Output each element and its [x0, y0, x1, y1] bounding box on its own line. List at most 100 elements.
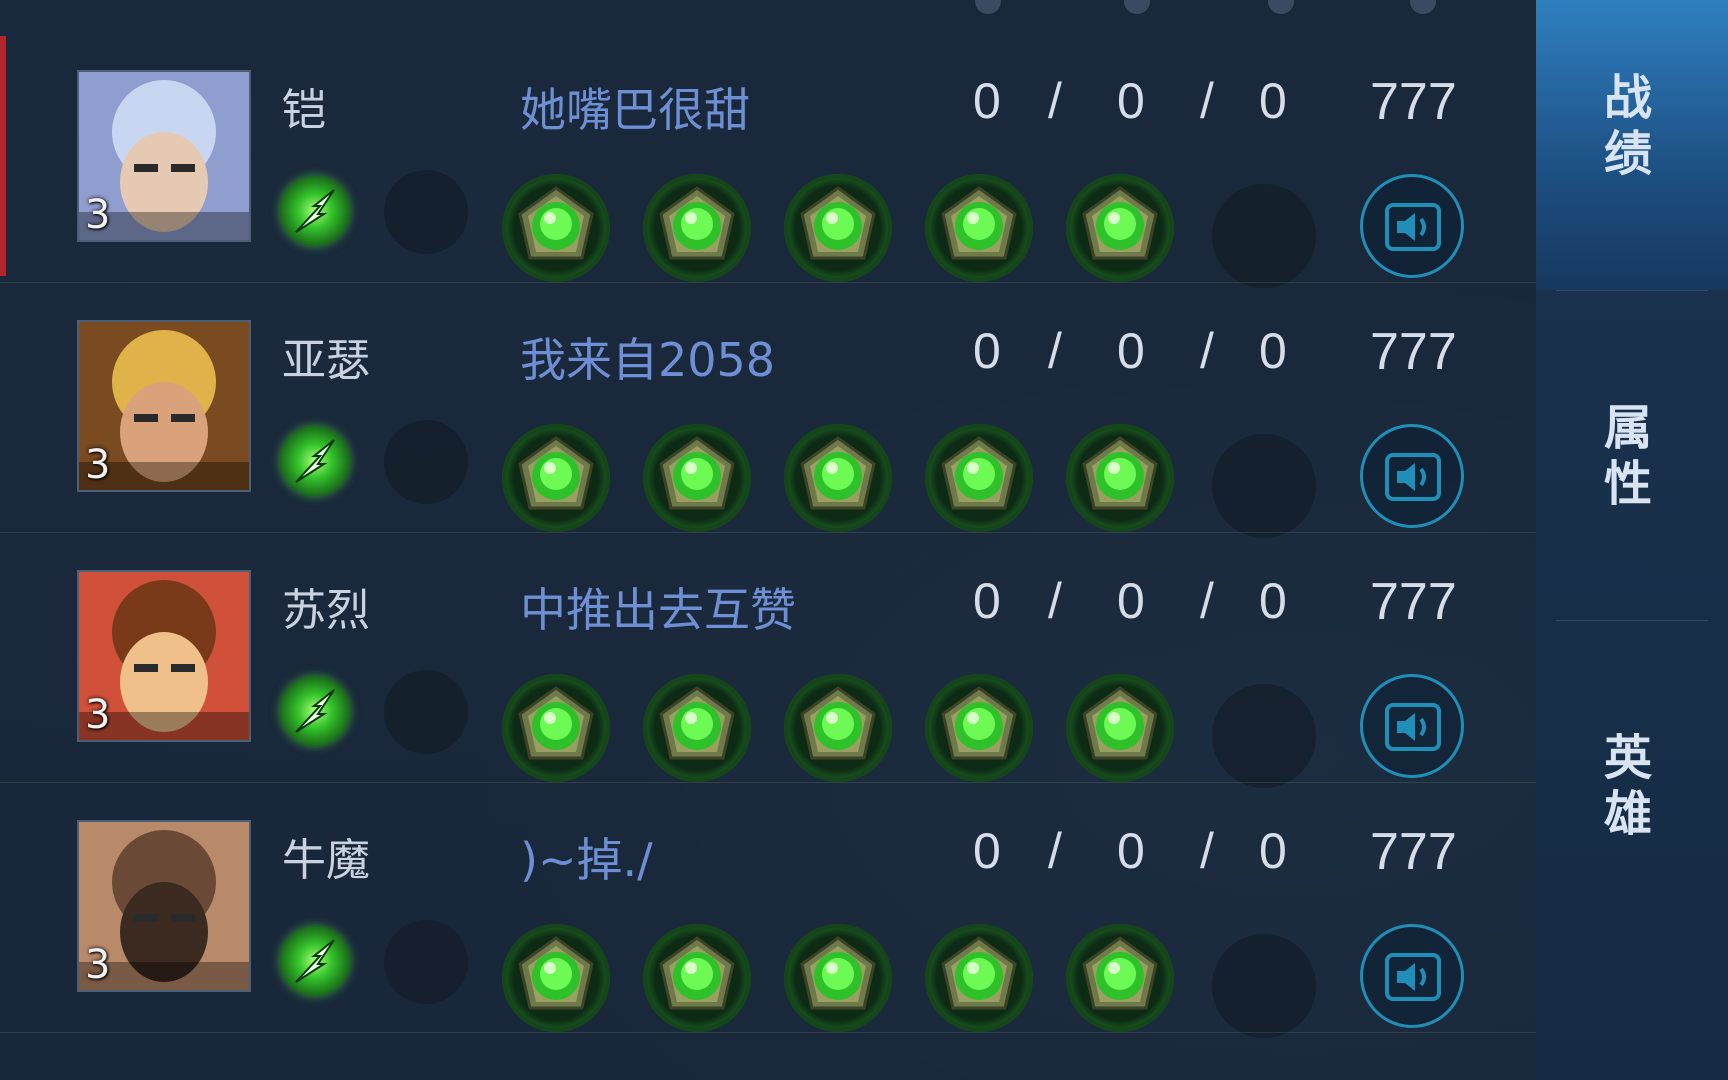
player-name: )~掉./ — [520, 833, 653, 887]
hero-name: 亚瑟 — [282, 335, 370, 386]
deaths-value: 0 — [1117, 823, 1145, 879]
kda-separator: / — [1200, 323, 1214, 379]
green-gem-icon[interactable] — [643, 924, 751, 1032]
flash-spell-shape — [295, 189, 335, 233]
green-gem-icon[interactable] — [643, 174, 751, 282]
player-row[interactable]: 3 牛魔 )~掉./ 0 / 0 / 0 777 — [0, 786, 1536, 1038]
kill-header-icon — [975, 0, 1001, 14]
voice-button[interactable] — [1360, 174, 1464, 278]
tab-attributes-label: 属性 — [1603, 400, 1652, 512]
assists-value: 0 — [1259, 823, 1287, 879]
assists-value: 0 — [1259, 573, 1287, 629]
player-name: 我来自2058 — [520, 333, 776, 387]
score-header-icon — [1410, 0, 1436, 14]
gem-shape — [1082, 936, 1158, 1010]
row-divider — [0, 532, 1536, 533]
empty-spell-slot — [384, 170, 468, 254]
active-player-marker — [0, 36, 6, 276]
voice-button[interactable] — [1360, 674, 1464, 778]
tab-divider — [1556, 290, 1708, 291]
green-gem-icon[interactable] — [925, 674, 1033, 782]
kills-value: 0 — [973, 573, 1001, 629]
kda-separator: / — [1048, 323, 1062, 379]
assists-value: 0 — [1259, 73, 1287, 129]
gem-shape — [1082, 686, 1158, 760]
flash-spell-icon — [280, 926, 350, 996]
row-divider — [0, 1032, 1536, 1033]
green-gem-icon[interactable] — [784, 924, 892, 1032]
green-gem-icon[interactable] — [784, 424, 892, 532]
hero-level: 3 — [85, 942, 111, 988]
green-gem-icon[interactable] — [502, 424, 610, 532]
hero-avatar[interactable]: 3 — [77, 570, 251, 742]
empty-item-slot — [1212, 934, 1316, 1038]
hero-name: 铠 — [282, 85, 326, 136]
kills-value: 0 — [973, 73, 1001, 129]
green-gem-icon[interactable] — [1066, 174, 1174, 282]
green-gem-icon[interactable] — [643, 674, 751, 782]
tab-attributes[interactable]: 属性 — [1536, 300, 1728, 590]
green-gem-icon[interactable] — [502, 674, 610, 782]
kda-separator: / — [1200, 73, 1214, 129]
hero-avatar[interactable]: 3 — [77, 70, 251, 242]
voice-button[interactable] — [1360, 924, 1464, 1028]
green-gem-icon[interactable] — [1066, 924, 1174, 1032]
kills-value: 0 — [973, 323, 1001, 379]
flash-spell-shape — [295, 689, 335, 733]
gem-shape — [518, 686, 594, 760]
empty-item-slot — [1212, 684, 1316, 788]
green-gem-icon[interactable] — [643, 424, 751, 532]
green-gem-icon[interactable] — [925, 424, 1033, 532]
green-gem-icon[interactable] — [1066, 674, 1174, 782]
empty-item-slot — [1212, 184, 1316, 288]
gem-shape — [800, 186, 876, 260]
kda-separator: / — [1200, 573, 1214, 629]
kda-separator: / — [1048, 573, 1062, 629]
row-divider — [0, 782, 1536, 783]
tab-heroes[interactable]: 英雄 — [1536, 630, 1728, 920]
player-row[interactable]: 3 亚瑟 我来自2058 0 / 0 / 0 777 — [0, 286, 1536, 538]
green-gem-icon[interactable] — [925, 924, 1033, 1032]
gem-shape — [659, 936, 735, 1010]
deaths-value: 0 — [1117, 573, 1145, 629]
hero-avatar[interactable]: 3 — [77, 320, 251, 492]
green-gem-icon[interactable] — [784, 174, 892, 282]
gem-shape — [941, 186, 1017, 260]
voice-button[interactable] — [1360, 424, 1464, 528]
empty-spell-slot — [384, 670, 468, 754]
flash-spell-icon — [280, 176, 350, 246]
sidebar-tabs: 战绩 属性 英雄 — [1536, 0, 1728, 1080]
gem-shape — [800, 686, 876, 760]
empty-spell-slot — [384, 420, 468, 504]
tab-divider — [1556, 620, 1708, 621]
green-gem-icon[interactable] — [784, 674, 892, 782]
kda-separator: / — [1048, 73, 1062, 129]
gem-shape — [518, 436, 594, 510]
hero-name: 牛魔 — [282, 835, 370, 886]
gem-shape — [1082, 186, 1158, 260]
flash-spell-shape — [295, 439, 335, 483]
gem-shape — [1082, 436, 1158, 510]
row-divider — [0, 282, 1536, 283]
speaker-shape — [1385, 453, 1441, 501]
green-gem-icon[interactable] — [1066, 424, 1174, 532]
gem-shape — [941, 436, 1017, 510]
gem-shape — [800, 436, 876, 510]
hero-level: 3 — [85, 692, 111, 738]
player-row[interactable]: 3 铠 她嘴巴很甜 0 / 0 / 0 777 — [0, 36, 1536, 288]
gem-shape — [659, 186, 735, 260]
gem-shape — [800, 936, 876, 1010]
gem-shape — [659, 686, 735, 760]
deaths-value: 0 — [1117, 323, 1145, 379]
assists-value: 0 — [1259, 323, 1287, 379]
gem-shape — [941, 686, 1017, 760]
hero-avatar[interactable]: 3 — [77, 820, 251, 992]
green-gem-icon[interactable] — [925, 174, 1033, 282]
gold-header-icon — [1124, 0, 1150, 14]
speaker-shape — [1385, 703, 1441, 751]
kda-separator: / — [1048, 823, 1062, 879]
player-row[interactable]: 3 苏烈 中推出去互赞 0 / 0 / 0 777 — [0, 536, 1536, 788]
green-gem-icon[interactable] — [502, 174, 610, 282]
green-gem-icon[interactable] — [502, 924, 610, 1032]
tab-record[interactable]: 战绩 — [1536, 0, 1728, 290]
